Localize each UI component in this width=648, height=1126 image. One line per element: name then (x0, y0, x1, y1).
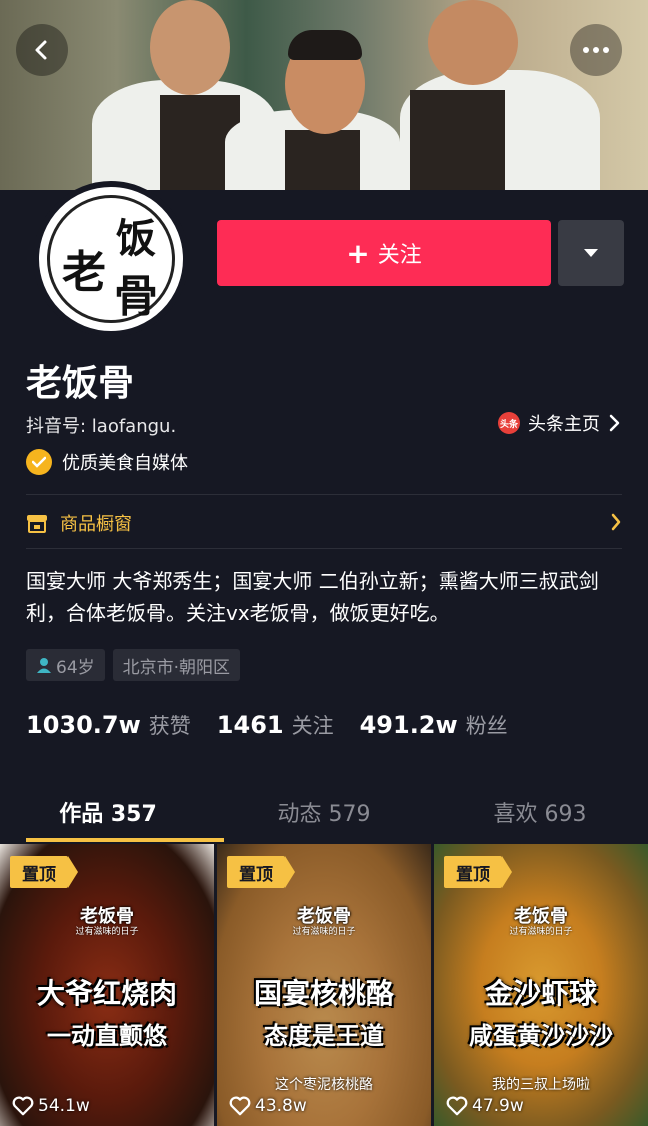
video-likes: 43.8w (229, 1096, 307, 1116)
more-options-dropdown-button[interactable] (558, 220, 624, 286)
video-likes-count: 43.8w (255, 1096, 307, 1116)
heart-icon (229, 1096, 251, 1116)
video-subtitle: 态度是王道 (264, 1021, 384, 1050)
cover-person-left-face (150, 0, 230, 95)
pinned-badge: 置顶 (10, 856, 78, 888)
cover-photo (0, 0, 648, 190)
video-likes: 54.1w (12, 1096, 90, 1116)
shop-window-label: 商品橱窗 (60, 514, 132, 535)
chevron-left-icon (35, 40, 47, 60)
heart-icon (12, 1096, 34, 1116)
tab-works[interactable]: 作品 357 (0, 780, 216, 844)
verified-check-icon (26, 449, 52, 475)
back-button[interactable] (16, 24, 68, 76)
location-tag: 北京市·朝阳区 (112, 649, 241, 681)
caret-down-icon (584, 249, 598, 257)
video-likes-count: 47.9w (472, 1096, 524, 1116)
video-tile[interactable]: 置顶 老饭骨 过有滋味的日子 大爷红烧肉 一动直颤悠 54.1w (0, 844, 214, 1126)
verified-label: 优质美食自媒体 (62, 453, 188, 474)
age-tag: 64岁 (26, 649, 105, 681)
location-label: 北京市·朝阳区 (122, 657, 231, 678)
avatar[interactable]: 老 饭 骨 (33, 181, 189, 337)
fans-count: 491.2w (359, 711, 458, 739)
toutiao-icon: 头条 (498, 412, 520, 434)
shop-window-row[interactable]: 商品橱窗 (26, 500, 622, 546)
avatar-logo: 老 饭 骨 (47, 195, 175, 323)
video-likes: 47.9w (446, 1096, 524, 1116)
avatar-logo-char: 骨 (114, 271, 158, 322)
avatar-logo-char: 饭 (116, 215, 156, 262)
likes-label: 获赞 (148, 714, 191, 738)
video-caption: 这个枣泥核桃酪 (275, 1077, 373, 1093)
likes-count: 1030.7w (26, 711, 141, 739)
likes-stat: 1030.7w 获赞 (26, 710, 191, 740)
chevron-right-icon (609, 414, 620, 432)
cover-person-right-face (428, 0, 518, 85)
profile-stats: 1030.7w 获赞 1461 关注 491.2w 粉丝 (26, 710, 534, 740)
video-subtitle: 咸蛋黄沙沙沙 (469, 1021, 613, 1050)
video-title: 大爷红烧肉 (36, 977, 177, 1010)
video-tile[interactable]: 置顶 老饭骨 过有滋味的日子 国宴核桃酪 态度是王道 这个枣泥核桃酪 43.8w (217, 844, 431, 1126)
shop-icon (27, 515, 47, 533)
tab-updates[interactable]: 动态 579 (216, 780, 432, 844)
tab-liked[interactable]: 喜欢 693 (432, 780, 648, 844)
divider (26, 494, 622, 495)
plus-icon: + (346, 236, 370, 270)
profile-name: 老饭骨 (26, 363, 135, 404)
cover-person-middle-apron (285, 130, 360, 190)
video-brand-sub: 过有滋味的日子 (292, 927, 356, 937)
video-likes-count: 54.1w (38, 1096, 90, 1116)
chevron-right-icon (611, 513, 621, 531)
video-subtitle: 一动直颤悠 (47, 1021, 167, 1050)
profile-tags: 64岁 北京市·朝阳区 (26, 649, 241, 681)
douyin-id: 抖音号: laofangu. (26, 416, 177, 437)
profile-bio: 国宴大师 大爷郑秀生；国宴大师 二伯孙立新；熏酱大师三叔武剑利，合体老饭骨。关注… (26, 569, 599, 625)
heart-icon (446, 1096, 468, 1116)
toutiao-label: 头条主页 (528, 414, 600, 435)
following-stat[interactable]: 1461 关注 (217, 710, 334, 740)
age-label: 64岁 (56, 657, 95, 678)
following-label: 关注 (291, 714, 334, 738)
active-tab-indicator (26, 838, 224, 842)
video-tile[interactable]: 置顶 老饭骨 过有滋味的日子 金沙虾球 咸蛋黄沙沙沙 我的三叔上场啦 47.9w (434, 844, 648, 1126)
video-title: 金沙虾球 (484, 977, 597, 1010)
cover-person-right-apron (410, 90, 505, 190)
person-icon (37, 658, 51, 673)
video-grid: 置顶 老饭骨 过有滋味的日子 大爷红烧肉 一动直颤悠 54.1w 置顶 老饭骨 … (0, 844, 648, 1126)
cover-person-middle-hair (288, 30, 362, 60)
content-tabs: 作品 357 动态 579 喜欢 693 (0, 780, 648, 844)
fans-label: 粉丝 (465, 714, 508, 738)
divider (26, 548, 622, 549)
follow-button[interactable]: + 关注 (217, 220, 551, 286)
avatar-logo-char: 老 (62, 247, 106, 298)
fans-stat[interactable]: 491.2w 粉丝 (360, 710, 508, 740)
video-caption: 我的三叔上场啦 (492, 1077, 590, 1093)
more-button[interactable] (570, 24, 622, 76)
video-brand-sub: 过有滋味的日子 (509, 927, 573, 937)
pinned-badge: 置顶 (444, 856, 512, 888)
video-brand-sub: 过有滋味的日子 (75, 927, 139, 937)
more-dots-icon (583, 47, 609, 53)
video-title: 国宴核桃酪 (253, 977, 394, 1010)
toutiao-homepage-link[interactable]: 头条 头条主页 (498, 410, 622, 436)
verified-badge: 优质美食自媒体 (26, 449, 188, 475)
following-count: 1461 (216, 711, 284, 739)
pinned-badge: 置顶 (227, 856, 295, 888)
follow-label: 关注 (377, 243, 422, 268)
